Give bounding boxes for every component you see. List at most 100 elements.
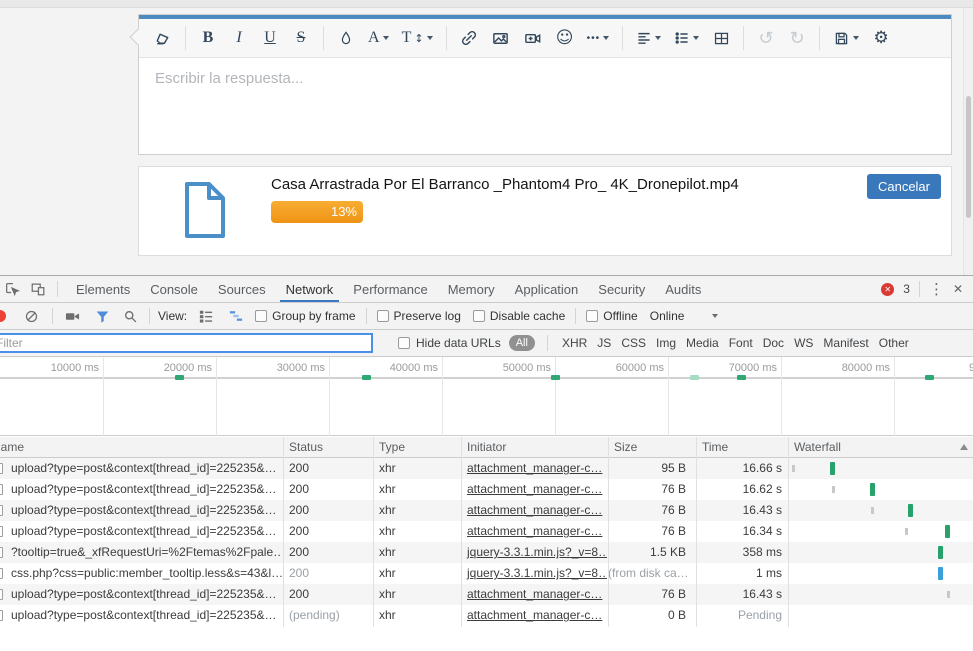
column-header-status[interactable]: Status (289, 437, 323, 458)
request-file-icon (0, 610, 3, 621)
initiator-link[interactable]: attachment_manager-c… (467, 524, 602, 538)
column-header-time[interactable]: Time (702, 437, 728, 458)
initiator-link[interactable]: jquery-3.3.1.min.js?_v=8… (467, 545, 607, 559)
close-devtools-icon[interactable]: ✕ (953, 282, 963, 296)
cell-time: 358 ms (696, 542, 788, 563)
list-dropdown[interactable] (674, 26, 699, 50)
group-by-frame-checkbox[interactable] (255, 310, 267, 322)
request-rows-view-icon[interactable] (197, 307, 215, 325)
remove-format-icon[interactable] (153, 26, 172, 50)
cell-type: xhr (373, 500, 460, 521)
tab-audits[interactable]: Audits (655, 276, 711, 302)
font-family-dropdown[interactable]: A (368, 26, 389, 50)
throttling-select[interactable]: Online (650, 309, 685, 323)
strikethrough-button[interactable]: S (292, 26, 310, 50)
filter-type-manifest[interactable]: Manifest (823, 336, 868, 350)
tab-console[interactable]: Console (140, 276, 208, 302)
initiator-link[interactable]: attachment_manager-c… (467, 461, 602, 475)
hide-data-urls-checkbox[interactable] (398, 337, 410, 349)
tab-security[interactable]: Security (588, 276, 655, 302)
sort-indicator-icon[interactable] (960, 444, 968, 450)
chevron-down-icon[interactable] (712, 314, 718, 318)
italic-button[interactable]: I (230, 26, 248, 50)
filter-type-other[interactable]: Other (879, 336, 909, 350)
table-row[interactable]: upload?type=post&context[thread_id]=2252… (0, 500, 973, 521)
table-row[interactable]: upload?type=post&context[thread_id]=2252… (0, 479, 973, 500)
initiator-link[interactable]: attachment_manager-c… (467, 587, 602, 601)
cell-time: 16.34 s (696, 521, 788, 542)
initiator-link[interactable]: attachment_manager-c… (467, 482, 602, 496)
initiator-link[interactable]: jquery-3.3.1.min.js?_v=8… (467, 566, 607, 580)
tab-memory[interactable]: Memory (438, 276, 505, 302)
column-header-initiator[interactable]: Initiator (467, 437, 506, 458)
table-row[interactable]: upload?type=post&context[thread_id]=2252… (0, 584, 973, 605)
column-header-waterfall[interactable]: Waterfall (794, 437, 841, 458)
filter-type-font[interactable]: Font (729, 336, 753, 350)
insert-table-icon[interactable] (712, 26, 730, 50)
font-size-dropdown[interactable]: T↕ (402, 26, 433, 50)
record-button[interactable] (0, 310, 6, 322)
column-header-name[interactable]: Name (0, 437, 24, 458)
tab-sources[interactable]: Sources (208, 276, 276, 302)
filmstrip-icon[interactable] (63, 307, 81, 325)
tab-elements[interactable]: Elements (66, 276, 140, 302)
table-row[interactable]: upload?type=post&context[thread_id]=2252… (0, 521, 973, 542)
page-scrollbar[interactable] (963, 8, 973, 275)
initiator-link[interactable]: attachment_manager-c… (467, 608, 602, 622)
scrollbar-thumb[interactable] (966, 96, 971, 218)
filter-funnel-icon[interactable] (93, 307, 111, 325)
column-header-size[interactable]: Size (614, 437, 637, 458)
search-icon[interactable] (121, 307, 139, 325)
ruler-gridline (103, 357, 104, 436)
alignment-dropdown[interactable] (636, 26, 661, 50)
cancel-upload-button[interactable]: Cancelar (867, 174, 941, 199)
link-icon[interactable] (460, 26, 478, 50)
filter-type-media[interactable]: Media (686, 336, 719, 350)
cell-status: 200 (283, 563, 372, 584)
cell-type: xhr (373, 584, 460, 605)
device-toolbar-icon[interactable] (29, 280, 47, 298)
overview-activity-mark (690, 375, 699, 380)
filter-type-xhr[interactable]: XHR (562, 336, 587, 350)
requests-table-header[interactable]: Name Status Type Initiator Size Time Waterfall (0, 437, 973, 458)
column-header-type[interactable]: Type (379, 437, 405, 458)
inspect-element-icon[interactable] (3, 280, 21, 298)
underline-button[interactable]: U (261, 26, 279, 50)
filter-type-css[interactable]: CSS (621, 336, 646, 350)
upload-attachment-card: Casa Arrastrada Por El Barranco _Phantom… (138, 166, 952, 256)
network-overview[interactable] (0, 379, 973, 436)
devtools-menu-icon[interactable]: ⋮ (929, 282, 944, 297)
table-row[interactable]: ?tooltip=true&_xfRequestUri=%2Ftemas%2Fp… (0, 542, 973, 563)
filter-input[interactable] (0, 333, 373, 353)
save-draft-dropdown[interactable] (833, 26, 859, 50)
preserve-log-checkbox[interactable] (377, 310, 389, 322)
gear-icon[interactable]: ⚙ (872, 26, 890, 50)
filter-type-all[interactable]: All (509, 335, 535, 351)
text-color-icon[interactable] (337, 26, 355, 50)
error-badge-icon[interactable]: ✕ (881, 283, 894, 296)
disable-cache-checkbox[interactable] (473, 310, 485, 322)
insert-media-icon[interactable] (523, 26, 543, 50)
emoticon-icon[interactable]: ☺ (556, 26, 574, 50)
undo-icon[interactable]: ↺ (757, 26, 775, 50)
request-file-icon (0, 589, 3, 600)
filter-type-doc[interactable]: Doc (763, 336, 784, 350)
filter-type-ws[interactable]: WS (794, 336, 813, 350)
tab-application[interactable]: Application (505, 276, 589, 302)
tab-performance[interactable]: Performance (343, 276, 437, 302)
offline-checkbox[interactable] (586, 310, 598, 322)
insert-image-icon[interactable] (491, 26, 510, 50)
table-row[interactable]: upload?type=post&context[thread_id]=2252… (0, 605, 973, 626)
clear-icon[interactable] (22, 307, 40, 325)
filter-type-img[interactable]: Img (656, 336, 676, 350)
more-options-dropdown[interactable]: ••• (587, 26, 610, 50)
editor-textarea[interactable]: Escribir la respuesta... (139, 58, 951, 154)
initiator-link[interactable]: attachment_manager-c… (467, 503, 602, 517)
tab-network[interactable]: Network (276, 276, 344, 302)
overview-view-icon[interactable] (227, 307, 245, 325)
bold-button[interactable]: B (199, 26, 217, 50)
filter-type-js[interactable]: JS (597, 336, 611, 350)
table-row[interactable]: css.php?css=public:member_tooltip.less&s… (0, 563, 973, 584)
table-row[interactable]: upload?type=post&context[thread_id]=2252… (0, 458, 973, 479)
redo-icon[interactable]: ↻ (788, 26, 806, 50)
